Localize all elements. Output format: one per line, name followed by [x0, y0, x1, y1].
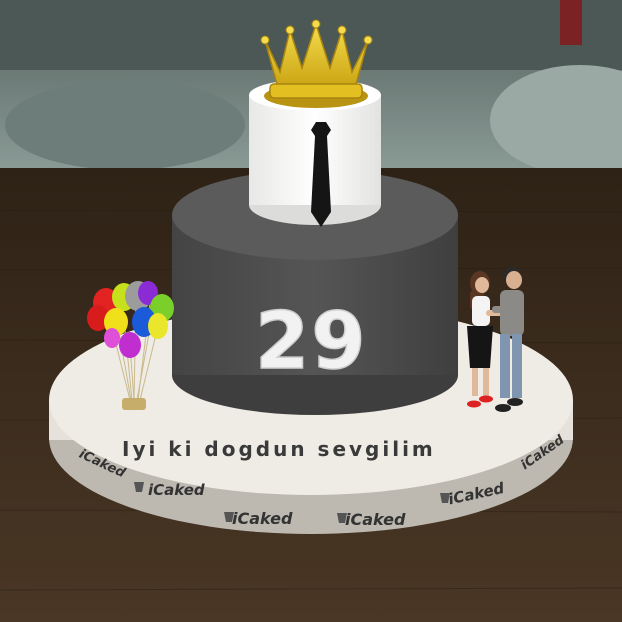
brand-label: iCaked [232, 509, 293, 528]
cake-illustration: iCaked iCaked iCaked iCaked iCaked iCake… [0, 0, 622, 622]
cake-scene: iCaked iCaked iCaked iCaked iCaked iCake… [0, 0, 622, 622]
age-number: 29 [255, 297, 368, 387]
background-rock-left [5, 80, 245, 170]
brand-label: iCaked [148, 481, 205, 499]
background-red-object [560, 0, 582, 45]
birthday-message: Iyi ki dogdun sevgilim [122, 437, 436, 461]
brand-label: iCaked [345, 510, 406, 529]
